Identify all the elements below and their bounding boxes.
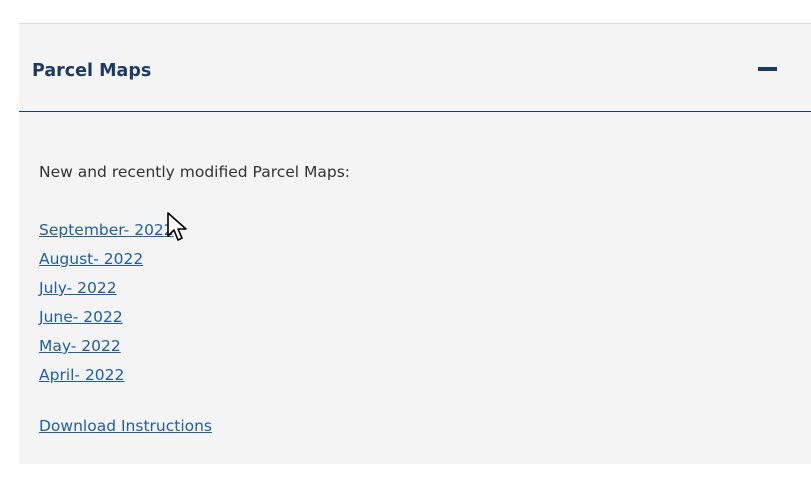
link-may-2022[interactable]: May- 2022 bbox=[39, 337, 121, 355]
list-item: June- 2022 bbox=[39, 302, 174, 331]
panel-title: Parcel Maps bbox=[32, 61, 152, 81]
parcel-maps-panel: Parcel Maps New and recently modified Pa… bbox=[19, 23, 811, 464]
list-item: July- 2022 bbox=[39, 273, 174, 302]
link-april-2022[interactable]: April- 2022 bbox=[39, 366, 124, 384]
link-august-2022[interactable]: August- 2022 bbox=[39, 250, 143, 268]
list-item: September- 2022 bbox=[39, 215, 174, 244]
parcel-maps-header[interactable]: Parcel Maps bbox=[19, 24, 811, 112]
link-july-2022[interactable]: July- 2022 bbox=[39, 279, 117, 297]
list-item: August- 2022 bbox=[39, 244, 174, 273]
list-item: May- 2022 bbox=[39, 331, 174, 360]
link-september-2022[interactable]: September- 2022 bbox=[39, 221, 174, 239]
minus-icon[interactable] bbox=[758, 67, 777, 71]
list-item: April- 2022 bbox=[39, 360, 174, 389]
link-june-2022[interactable]: June- 2022 bbox=[39, 308, 123, 326]
download-instructions-link[interactable]: Download Instructions bbox=[39, 415, 212, 437]
intro-text: New and recently modified Parcel Maps: bbox=[39, 163, 351, 181]
month-links-list: September- 2022 August- 2022 July- 2022 … bbox=[39, 215, 174, 389]
mouse-pointer-icon bbox=[167, 212, 187, 241]
